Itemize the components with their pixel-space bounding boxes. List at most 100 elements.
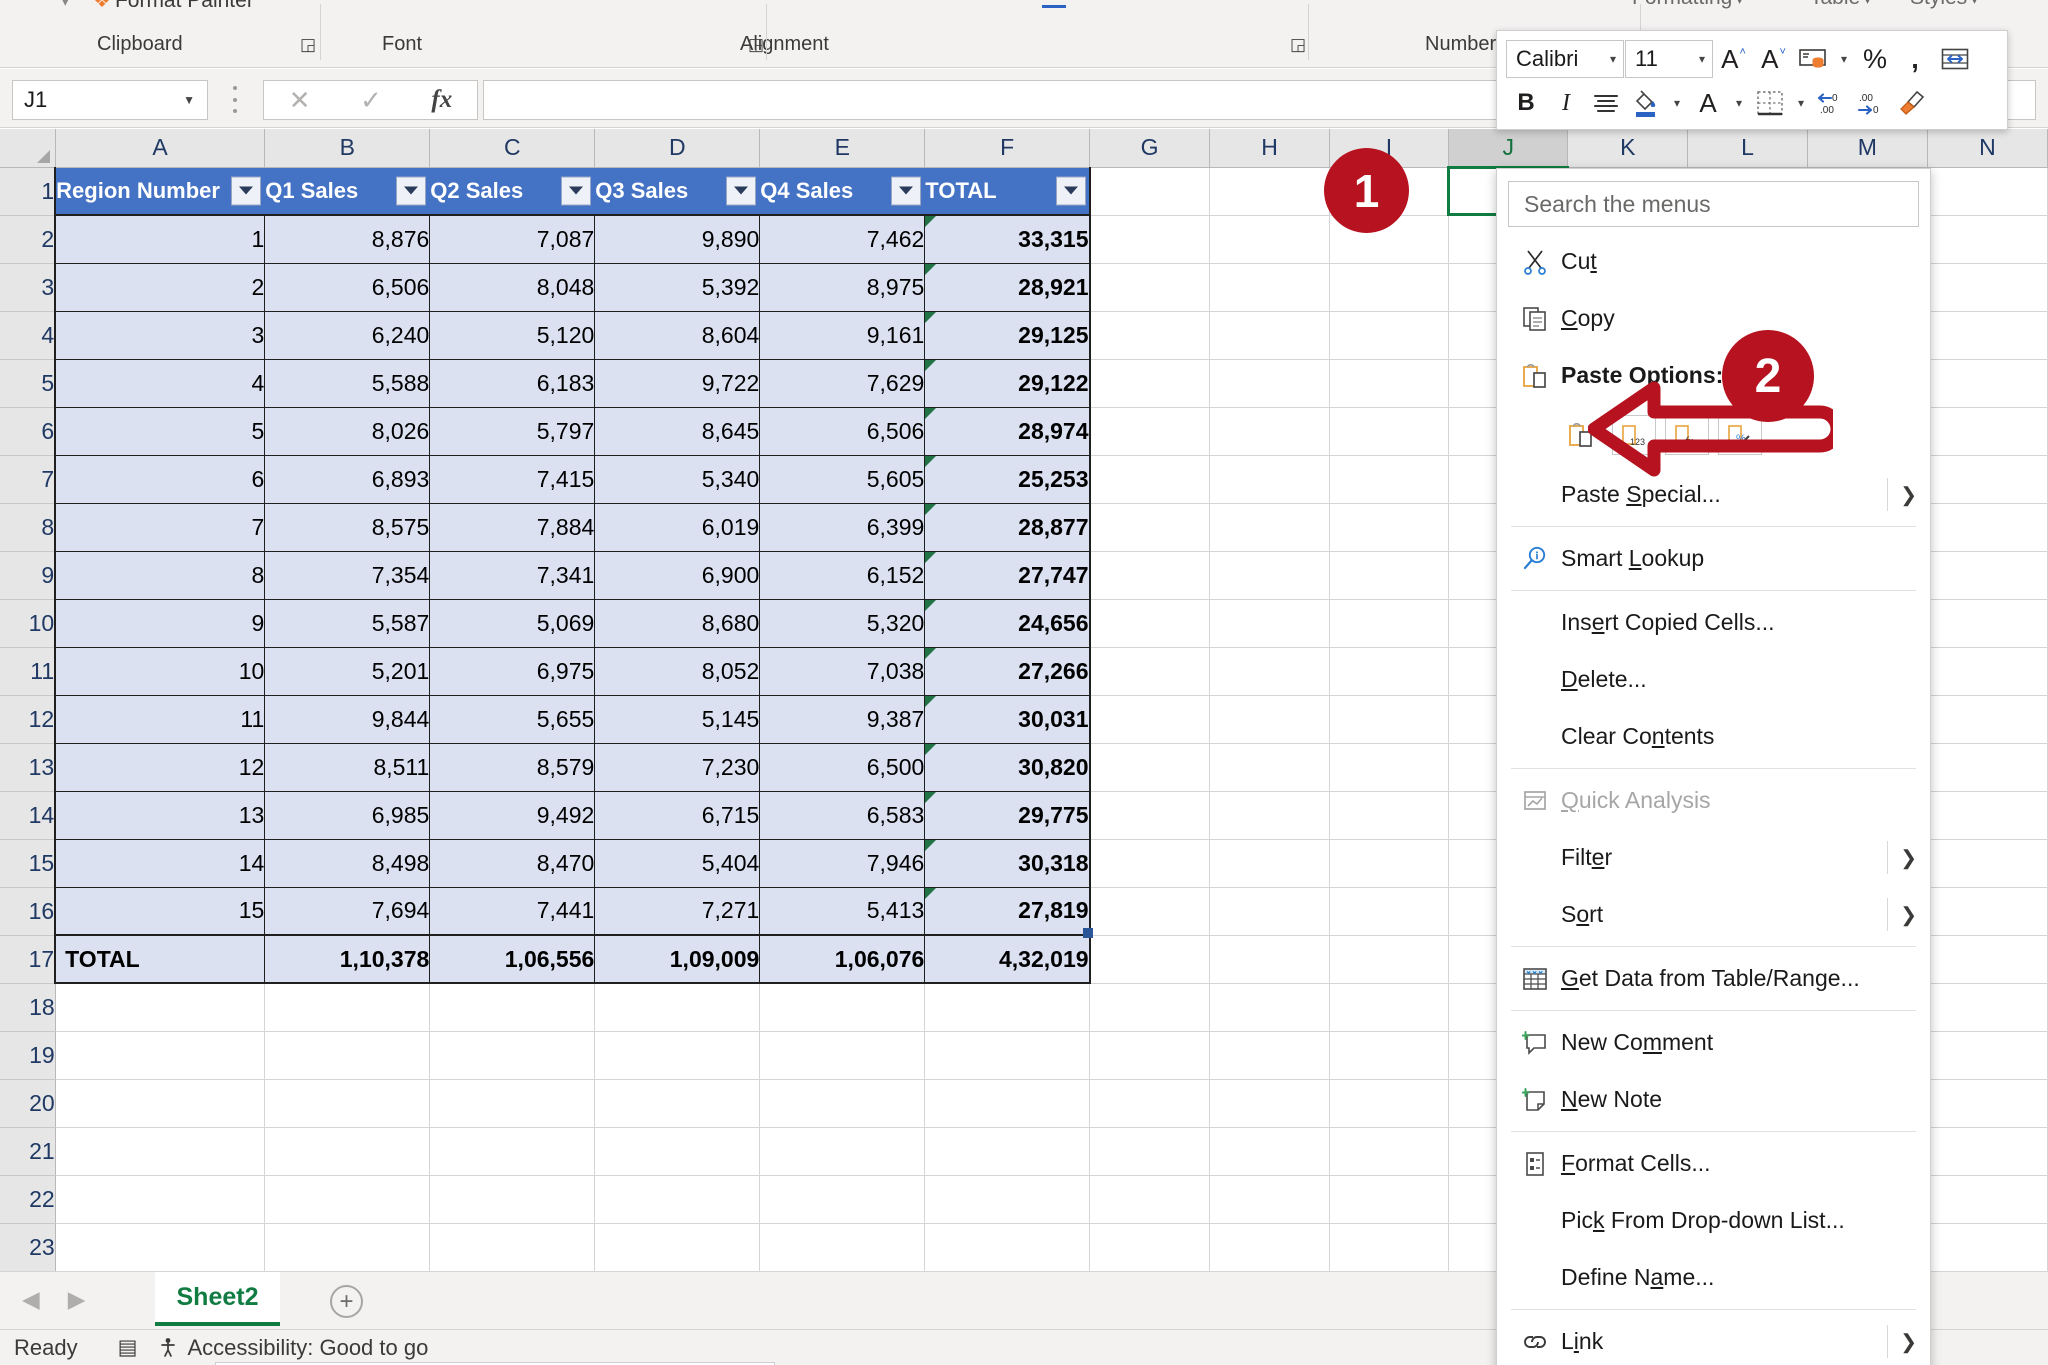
empty-cell[interactable]	[1927, 359, 2048, 408]
empty-cell[interactable]	[1927, 311, 2048, 360]
empty-cell[interactable]	[1089, 263, 1211, 312]
column-header-b[interactable]: B	[264, 129, 431, 168]
table-data-cell[interactable]: 5,655	[429, 695, 596, 744]
table-data-cell[interactable]: 8,498	[264, 839, 431, 888]
table-data-cell[interactable]: 15	[54, 887, 266, 936]
font-color-icon[interactable]: A	[1688, 82, 1728, 124]
font-group-button-a[interactable]: ▭	[955, 0, 972, 5]
macro-record-icon[interactable]: ▤	[118, 1335, 138, 1360]
menu-item-delete[interactable]: Delete...	[1497, 651, 1930, 708]
empty-cell[interactable]	[1329, 887, 1449, 936]
table-data-cell[interactable]: 6,152	[759, 551, 926, 600]
row-header-9[interactable]: 9	[0, 551, 56, 600]
empty-cell[interactable]	[1209, 1175, 1330, 1224]
add-sheet-button[interactable]: +	[330, 1285, 363, 1318]
empty-cell[interactable]	[1927, 503, 2048, 552]
column-header-j[interactable]: J	[1448, 129, 1569, 168]
row-header-22[interactable]: 22	[0, 1175, 56, 1224]
table-data-cell[interactable]: 7,694	[264, 887, 431, 936]
borders-icon[interactable]	[1750, 82, 1790, 124]
table-data-cell[interactable]: 6,506	[759, 407, 926, 456]
row-header-7[interactable]: 7	[0, 455, 56, 504]
shrink-font-icon[interactable]: A ˅	[1753, 38, 1793, 80]
table-data-cell[interactable]: 7,230	[594, 743, 761, 792]
format-painter-button[interactable]: ❖ Format Painter	[93, 0, 254, 13]
row-header-12[interactable]: 12	[0, 695, 56, 744]
table-data-cell[interactable]: 5,587	[264, 599, 431, 648]
empty-cell[interactable]	[1089, 839, 1211, 888]
empty-cell[interactable]	[1329, 647, 1449, 696]
fill-color-icon[interactable]	[1626, 82, 1666, 124]
bold-icon[interactable]: B	[1506, 82, 1546, 124]
empty-cell[interactable]	[594, 1223, 761, 1271]
empty-cell[interactable]	[759, 1031, 926, 1080]
empty-cell[interactable]	[759, 1079, 926, 1128]
empty-cell[interactable]	[924, 1175, 1091, 1224]
empty-cell[interactable]	[1927, 167, 2048, 216]
table-data-cell[interactable]: 6,500	[759, 743, 926, 792]
table-data-cell[interactable]: 8,470	[429, 839, 596, 888]
empty-cell[interactable]	[1089, 1175, 1211, 1224]
empty-cell[interactable]	[1089, 983, 1211, 1032]
table-data-cell[interactable]: 8,645	[594, 407, 761, 456]
column-header-e[interactable]: E	[759, 129, 926, 168]
table-data-cell[interactable]: 5,201	[264, 647, 431, 696]
table-header-cell[interactable]: Q4 Sales	[759, 167, 926, 216]
cancel-icon[interactable]: ✕	[289, 87, 311, 113]
format-as-table-button[interactable]: Table▾	[1810, 0, 1871, 10]
empty-cell[interactable]	[1089, 1127, 1211, 1176]
table-data-cell[interactable]: 5,413	[759, 887, 926, 936]
empty-cell[interactable]	[1209, 455, 1330, 504]
table-data-cell[interactable]: 7,946	[759, 839, 926, 888]
empty-cell[interactable]	[1927, 1031, 2048, 1080]
row-header-17[interactable]: 17	[0, 935, 56, 984]
empty-cell[interactable]	[594, 1175, 761, 1224]
empty-cell[interactable]	[1209, 983, 1330, 1032]
table-data-cell[interactable]: 11	[54, 695, 266, 744]
table-data-cell[interactable]: 8,680	[594, 599, 761, 648]
accounting-number-format-icon[interactable]	[1793, 38, 1833, 80]
empty-cell[interactable]	[759, 1127, 926, 1176]
table-data-cell[interactable]: 5,340	[594, 455, 761, 504]
empty-cell[interactable]	[1209, 1127, 1330, 1176]
table-data-cell[interactable]: 28,877	[924, 503, 1091, 552]
empty-cell[interactable]	[1927, 455, 2048, 504]
increase-decimal-icon[interactable]: .00 0	[1852, 82, 1892, 124]
empty-cell[interactable]	[1209, 695, 1330, 744]
column-header-c[interactable]: C	[429, 129, 596, 168]
filter-dropdown-button[interactable]	[561, 176, 592, 206]
row-header-14[interactable]: 14	[0, 791, 56, 840]
empty-cell[interactable]	[429, 1079, 596, 1128]
table-data-cell[interactable]: 12	[54, 743, 266, 792]
empty-cell[interactable]	[759, 1175, 926, 1224]
table-data-cell[interactable]: 10	[54, 647, 266, 696]
table-total-cell[interactable]: TOTAL	[54, 934, 266, 984]
column-header-a[interactable]: A	[55, 129, 266, 168]
row-header-23[interactable]: 23	[0, 1223, 56, 1271]
menu-item-pick-from-drop-down-list[interactable]: Pick From Drop-down List...	[1497, 1192, 1930, 1249]
sheet-tab-sheet2[interactable]: Sheet2	[155, 1272, 280, 1326]
cell-styles-button[interactable]: Styles▾	[1910, 0, 1978, 10]
menu-item-cut[interactable]: Cut	[1497, 233, 1930, 290]
font-dialog-launcher-icon[interactable]: ◲	[748, 35, 764, 55]
empty-cell[interactable]	[55, 1031, 266, 1080]
column-header-h[interactable]: H	[1209, 129, 1330, 168]
table-data-cell[interactable]: 29,122	[924, 359, 1091, 408]
table-data-cell[interactable]: 9,387	[759, 695, 926, 744]
empty-cell[interactable]	[1209, 599, 1330, 648]
empty-cell[interactable]	[1089, 1031, 1211, 1080]
table-data-cell[interactable]: 5	[54, 407, 266, 456]
empty-cell[interactable]	[264, 1127, 431, 1176]
table-header-cell[interactable]: Q3 Sales	[594, 167, 761, 216]
empty-cell[interactable]	[264, 983, 431, 1032]
empty-cell[interactable]	[1927, 1079, 2048, 1128]
column-header-k[interactable]: K	[1567, 129, 1689, 168]
empty-cell[interactable]	[1209, 167, 1330, 216]
search-the-menus-input[interactable]: Search the menus	[1508, 181, 1919, 227]
table-data-cell[interactable]: 7,441	[429, 887, 596, 936]
table-data-cell[interactable]: 5,605	[759, 455, 926, 504]
empty-cell[interactable]	[1209, 503, 1330, 552]
menu-item-smart-lookup[interactable]: Smart Lookup	[1497, 530, 1930, 587]
row-header-3[interactable]: 3	[0, 263, 56, 312]
empty-cell[interactable]	[1209, 839, 1330, 888]
